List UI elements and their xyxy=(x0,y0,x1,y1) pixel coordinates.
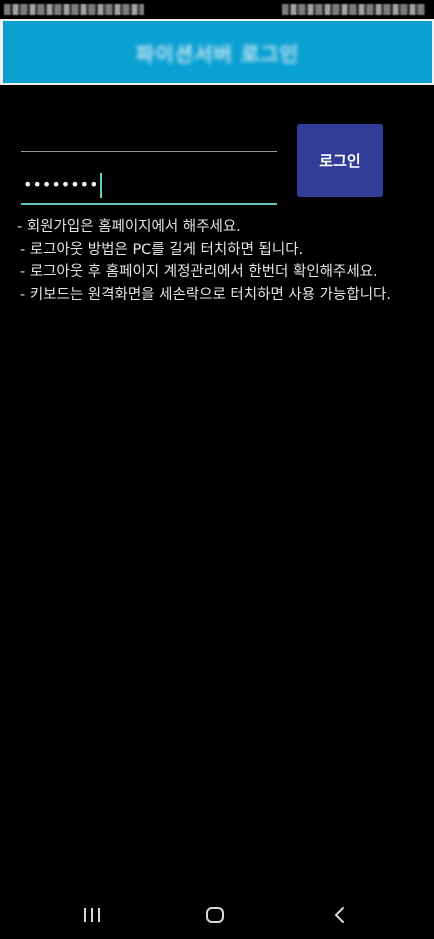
note-logout-method: - 로그아웃 방법은 PC를 길게 터치하면 됩니다. xyxy=(20,241,304,258)
password-input-value: •••••••• xyxy=(23,173,102,198)
app-bar-background: 파이션서버 로그인 xyxy=(3,21,432,83)
back-button[interactable] xyxy=(327,902,353,928)
note-signup: - 회원가입은 홈페이지에서 해주세요. xyxy=(17,219,241,235)
recent-apps-button[interactable] xyxy=(79,902,105,928)
note-logout-confirm: - 로그아웃 후 홈페이지 계정관리에서 한번더 확인해주세요. xyxy=(20,264,378,281)
password-masked-text: •••••••• xyxy=(23,175,99,194)
recent-apps-icon xyxy=(84,908,100,922)
login-button[interactable]: 로그인 xyxy=(297,124,383,197)
text-cursor xyxy=(99,173,102,198)
status-bar-left-info xyxy=(4,4,144,15)
app-title: 파이션서버 로그인 xyxy=(135,41,300,66)
password-field[interactable]: •••••••• xyxy=(21,170,277,205)
note-keyboard: - 키보드는 원격화면을 세손락으로 터치하면 사용 가능합니다. xyxy=(20,287,391,304)
login-button-label: 로그인 xyxy=(319,152,361,170)
navigation-bar xyxy=(0,890,434,939)
info-notes: - 회원가입은 홈페이지에서 해주세요. - 로그아웃 방법은 PC를 길게 터… xyxy=(17,216,427,307)
home-icon xyxy=(206,907,224,923)
id-field[interactable] xyxy=(21,126,277,152)
status-bar xyxy=(0,0,434,19)
back-icon xyxy=(335,907,344,923)
home-button[interactable] xyxy=(202,902,228,928)
app-bar: 파이션서버 로그인 xyxy=(0,19,434,85)
status-bar-right-icons xyxy=(282,4,425,15)
